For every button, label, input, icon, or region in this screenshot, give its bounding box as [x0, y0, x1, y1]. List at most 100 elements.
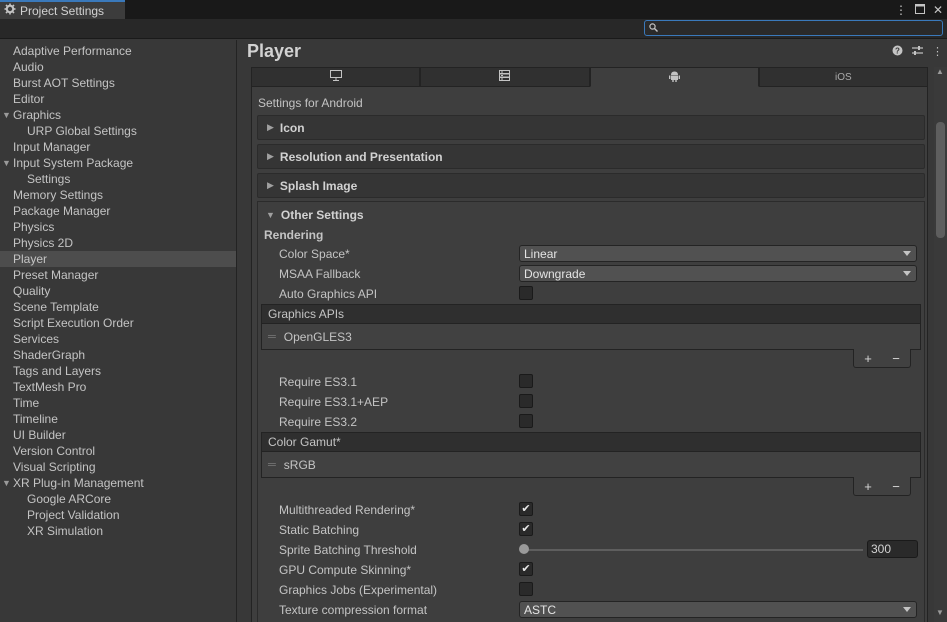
more-icon[interactable]: ⋮ — [895, 3, 907, 17]
sidebar-item[interactable]: Scene Template — [0, 299, 236, 315]
sidebar-item[interactable]: Player — [0, 251, 236, 267]
drag-handle-icon[interactable]: ═ — [268, 459, 276, 471]
expand-arrow-icon[interactable]: ▼ — [2, 107, 11, 123]
sidebar-item-label: Burst AOT Settings — [13, 76, 115, 90]
sidebar-item[interactable]: Physics 2D — [0, 235, 236, 251]
remove-icon[interactable]: − — [892, 479, 900, 494]
graphics-api-item-label: OpenGLES3 — [283, 329, 352, 344]
gpu-skinning-checkbox[interactable]: ✔ — [519, 562, 533, 576]
sidebar-item[interactable]: ▼ XR Plug-in Management — [0, 475, 236, 491]
sidebar-item-label: Player — [13, 252, 48, 266]
sidebar-item-label: Audio — [13, 60, 44, 74]
sidebar-item[interactable]: ▼ Input System Package — [0, 155, 236, 171]
drag-handle-icon[interactable]: ═ — [268, 331, 276, 343]
sidebar-item-label: Time — [13, 396, 40, 410]
sidebar-item[interactable]: Settings — [0, 171, 236, 187]
platform-tabs: iOS — [251, 67, 928, 87]
help-icon[interactable]: ? — [892, 45, 903, 59]
sidebar-item[interactable]: Input Manager — [0, 139, 236, 155]
sidebar-item[interactable]: Preset Manager — [0, 267, 236, 283]
foldout-splash[interactable]: ▶ Splash Image — [257, 173, 925, 198]
scroll-down-icon[interactable]: ▼ — [936, 608, 944, 617]
close-icon[interactable]: ✕ — [933, 3, 943, 17]
list-item[interactable]: ═ OpenGLES3 — [261, 324, 921, 350]
sidebar-item-label: Tags and Layers — [13, 364, 102, 378]
foldout-icon-label: Icon — [279, 120, 305, 135]
remove-icon[interactable]: − — [892, 351, 900, 366]
sidebar-item[interactable]: Script Execution Order — [0, 315, 236, 331]
dropdown-caret-icon — [903, 607, 911, 612]
sidebar-item[interactable]: Google ARCore — [0, 491, 236, 507]
sidebar-item[interactable]: Editor — [0, 91, 236, 107]
scroll-up-icon[interactable]: ▲ — [936, 67, 944, 76]
msaa-fallback-dropdown[interactable]: Downgrade — [519, 265, 917, 282]
sidebar-item[interactable]: Services — [0, 331, 236, 347]
color-space-dropdown[interactable]: Linear — [519, 245, 917, 262]
sidebar-item-label: Preset Manager — [13, 268, 99, 282]
settings-sidebar: Adaptive Performance Audio Burst AOT Setti… — [0, 40, 237, 622]
expand-arrow-icon[interactable]: ▼ — [2, 475, 11, 491]
sidebar-item[interactable]: TextMesh Pro — [0, 379, 236, 395]
sidebar-item-label: Timeline — [13, 412, 58, 426]
sidebar-item-label: XR Plug-in Management — [13, 476, 144, 490]
list-item[interactable]: ═ sRGB — [261, 452, 921, 478]
tab-ios[interactable]: iOS — [758, 67, 928, 87]
color-space-value: Linear — [524, 246, 558, 261]
require-es31aep-checkbox[interactable] — [519, 394, 533, 408]
foldout-icon[interactable]: ▶ Icon — [257, 115, 925, 140]
foldout-resolution-label: Resolution and Presentation — [279, 149, 443, 164]
sidebar-item[interactable]: Time — [0, 395, 236, 411]
msaa-fallback-value: Downgrade — [524, 266, 586, 281]
add-icon[interactable]: + — [864, 351, 872, 366]
sidebar-item[interactable]: URP Global Settings — [0, 123, 236, 139]
sidebar-item[interactable]: Adaptive Performance — [0, 43, 236, 59]
sidebar-item[interactable]: ShaderGraph — [0, 347, 236, 363]
sidebar-item[interactable]: Version Control — [0, 443, 236, 459]
sidebar-item[interactable]: UI Builder — [0, 427, 236, 443]
static-batching-checkbox[interactable]: ✔ — [519, 522, 533, 536]
search-field[interactable] — [644, 20, 943, 36]
texture-compression-dropdown[interactable]: ASTC — [519, 601, 917, 618]
foldout-other-label: Other Settings — [280, 207, 364, 222]
auto-graphics-checkbox[interactable] — [519, 286, 533, 300]
sidebar-item[interactable]: Burst AOT Settings — [0, 75, 236, 91]
tab-standalone[interactable] — [251, 67, 421, 87]
foldout-other[interactable]: ▼ Other Settings — [257, 202, 925, 227]
require-es31-checkbox[interactable] — [519, 374, 533, 388]
sidebar-item[interactable]: Timeline — [0, 411, 236, 427]
tab-server[interactable] — [420, 67, 590, 87]
sidebar-item[interactable]: Physics — [0, 219, 236, 235]
sprite-threshold-input[interactable]: 300 — [867, 540, 918, 558]
sidebar-item[interactable]: Memory Settings — [0, 187, 236, 203]
slider-thumb[interactable] — [519, 544, 529, 554]
sidebar-item[interactable]: Visual Scripting — [0, 459, 236, 475]
sidebar-item[interactable]: Audio — [0, 59, 236, 75]
multithreaded-checkbox[interactable]: ✔ — [519, 502, 533, 516]
scrollbar-thumb[interactable] — [936, 122, 945, 238]
sprite-threshold-slider[interactable] — [523, 549, 863, 551]
sidebar-item-label: Memory Settings — [13, 188, 104, 202]
sidebar-item[interactable]: XR Simulation — [0, 523, 236, 539]
sidebar-item[interactable]: ▼ Graphics — [0, 107, 236, 123]
more-icon[interactable]: ⋮ — [932, 45, 943, 59]
sidebar-item-label: Quality — [13, 284, 51, 298]
search-input[interactable] — [661, 22, 931, 34]
preset-icon[interactable] — [912, 45, 923, 59]
sidebar-item[interactable]: Tags and Layers — [0, 363, 236, 379]
require-es32-checkbox[interactable] — [519, 414, 533, 428]
expand-arrow-icon[interactable]: ▼ — [2, 155, 11, 171]
rendering-heading: Rendering — [264, 228, 324, 242]
maximize-icon[interactable] — [914, 3, 925, 17]
sidebar-item[interactable]: Project Validation — [0, 507, 236, 523]
sidebar-item-label: Package Manager — [13, 204, 111, 218]
sidebar-item-label: Physics 2D — [13, 236, 74, 250]
sidebar-item[interactable]: Package Manager — [0, 203, 236, 219]
graphics-jobs-checkbox[interactable] — [519, 582, 533, 596]
window-tab[interactable]: Project Settings — [0, 0, 125, 19]
sidebar-item-label: Graphics — [13, 108, 62, 122]
sidebar-item[interactable]: Quality — [0, 283, 236, 299]
color-gamut-footer: + − — [853, 477, 911, 496]
tab-android[interactable] — [589, 67, 759, 87]
foldout-resolution[interactable]: ▶ Resolution and Presentation — [257, 144, 925, 169]
add-icon[interactable]: + — [864, 479, 872, 494]
